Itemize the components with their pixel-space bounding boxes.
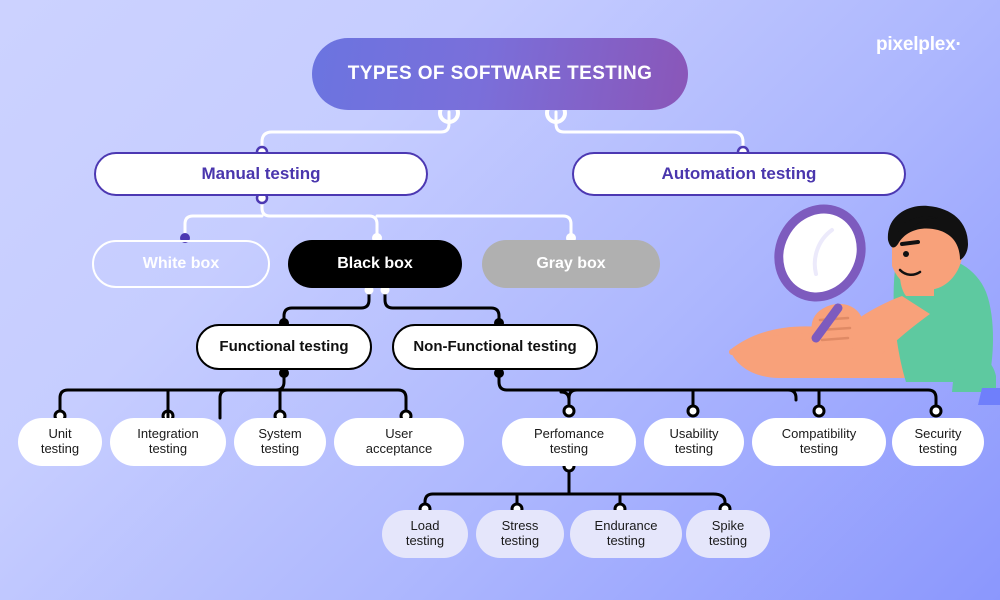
node-white-box[interactable]: White box	[92, 240, 270, 288]
node-label-line1: Endurance	[594, 518, 658, 534]
page-title-label: TYPES OF SOFTWARE TESTING	[347, 63, 653, 85]
node-integration-testing[interactable]: Integration testing	[110, 418, 226, 466]
node-label-line1: Integration	[137, 426, 199, 442]
node-label: Black box	[337, 254, 413, 272]
node-automation-testing[interactable]: Automation testing	[572, 152, 906, 196]
person-with-magnifier-illustration	[729, 204, 1000, 405]
node-label-line2: testing	[405, 533, 445, 548]
node-label-line1: Security	[914, 426, 962, 442]
logo-dot: ·	[955, 34, 962, 55]
node-load-testing[interactable]: Load testing	[382, 510, 468, 558]
page-title: TYPES OF SOFTWARE TESTING	[312, 38, 688, 110]
wire-blackbox-to-level4	[282, 288, 501, 326]
node-spike-testing[interactable]: Spike testing	[686, 510, 770, 558]
node-endurance-testing[interactable]: Endurance testing	[570, 510, 682, 558]
node-label-line2: acceptance	[365, 441, 433, 456]
node-label-line1: Perfomance	[533, 426, 605, 442]
node-label-line1: Load	[410, 518, 440, 534]
node-system-testing[interactable]: System testing	[234, 418, 326, 466]
node-functional-testing[interactable]: Functional testing	[196, 324, 372, 370]
node-label-line2: testing	[674, 441, 714, 456]
node-label: White box	[142, 254, 220, 272]
node-user-acceptance[interactable]: User acceptance	[334, 418, 464, 466]
wire-title-to-level2	[260, 110, 745, 154]
node-label-line2: testing	[549, 441, 589, 456]
node-label-line1: Compatibility	[781, 426, 857, 442]
node-gray-box[interactable]: Gray box	[482, 240, 660, 288]
node-compatibility-testing[interactable]: Compatibility testing	[752, 418, 886, 466]
node-label-line2: testing	[40, 441, 80, 456]
node-label-line2: testing	[500, 533, 540, 548]
node-label-line2: testing	[708, 533, 748, 548]
pixelplex-logo: pixelplex·	[876, 34, 962, 56]
node-label: Manual testing	[201, 164, 321, 184]
wire-functional-to-leaves	[58, 370, 408, 420]
node-label: Functional testing	[219, 338, 349, 356]
wire-performance-to-leaves	[423, 464, 727, 512]
node-label-line1: System	[258, 426, 302, 442]
node-perfomance-testing[interactable]: Perfomance testing	[502, 418, 636, 466]
diagram-canvas: pixelplex· TYPES OF SOFTWARE TESTING Man…	[0, 0, 1000, 600]
node-black-box[interactable]: Black box	[288, 240, 462, 288]
node-label-line2: testing	[918, 441, 958, 456]
node-label-line2: testing	[799, 441, 839, 456]
node-usability-testing[interactable]: Usability testing	[644, 418, 744, 466]
node-manual-testing[interactable]: Manual testing	[94, 152, 428, 196]
logo-text: pixelplex	[876, 34, 956, 55]
node-label-line2: testing	[606, 533, 646, 548]
node-stress-testing[interactable]: Stress testing	[476, 510, 564, 558]
wire-manual-to-level3	[183, 196, 573, 242]
node-label-line2: testing	[148, 441, 188, 456]
node-label-line1: Usability	[669, 426, 719, 442]
node-label: Non-Functional testing	[413, 338, 577, 356]
node-label-line1: Unit	[48, 426, 72, 442]
node-label-line1: User	[385, 426, 413, 442]
node-label-line1: Stress	[501, 518, 539, 534]
node-unit-testing[interactable]: Unit testing	[18, 418, 102, 466]
node-label: Gray box	[536, 254, 606, 272]
node-label: Automation testing	[661, 164, 817, 184]
node-label-line2: testing	[260, 441, 300, 456]
node-security-testing[interactable]: Security testing	[892, 418, 984, 466]
node-nonfunctional-testing[interactable]: Non-Functional testing	[392, 324, 598, 370]
node-label-line1: Spike	[711, 518, 745, 534]
